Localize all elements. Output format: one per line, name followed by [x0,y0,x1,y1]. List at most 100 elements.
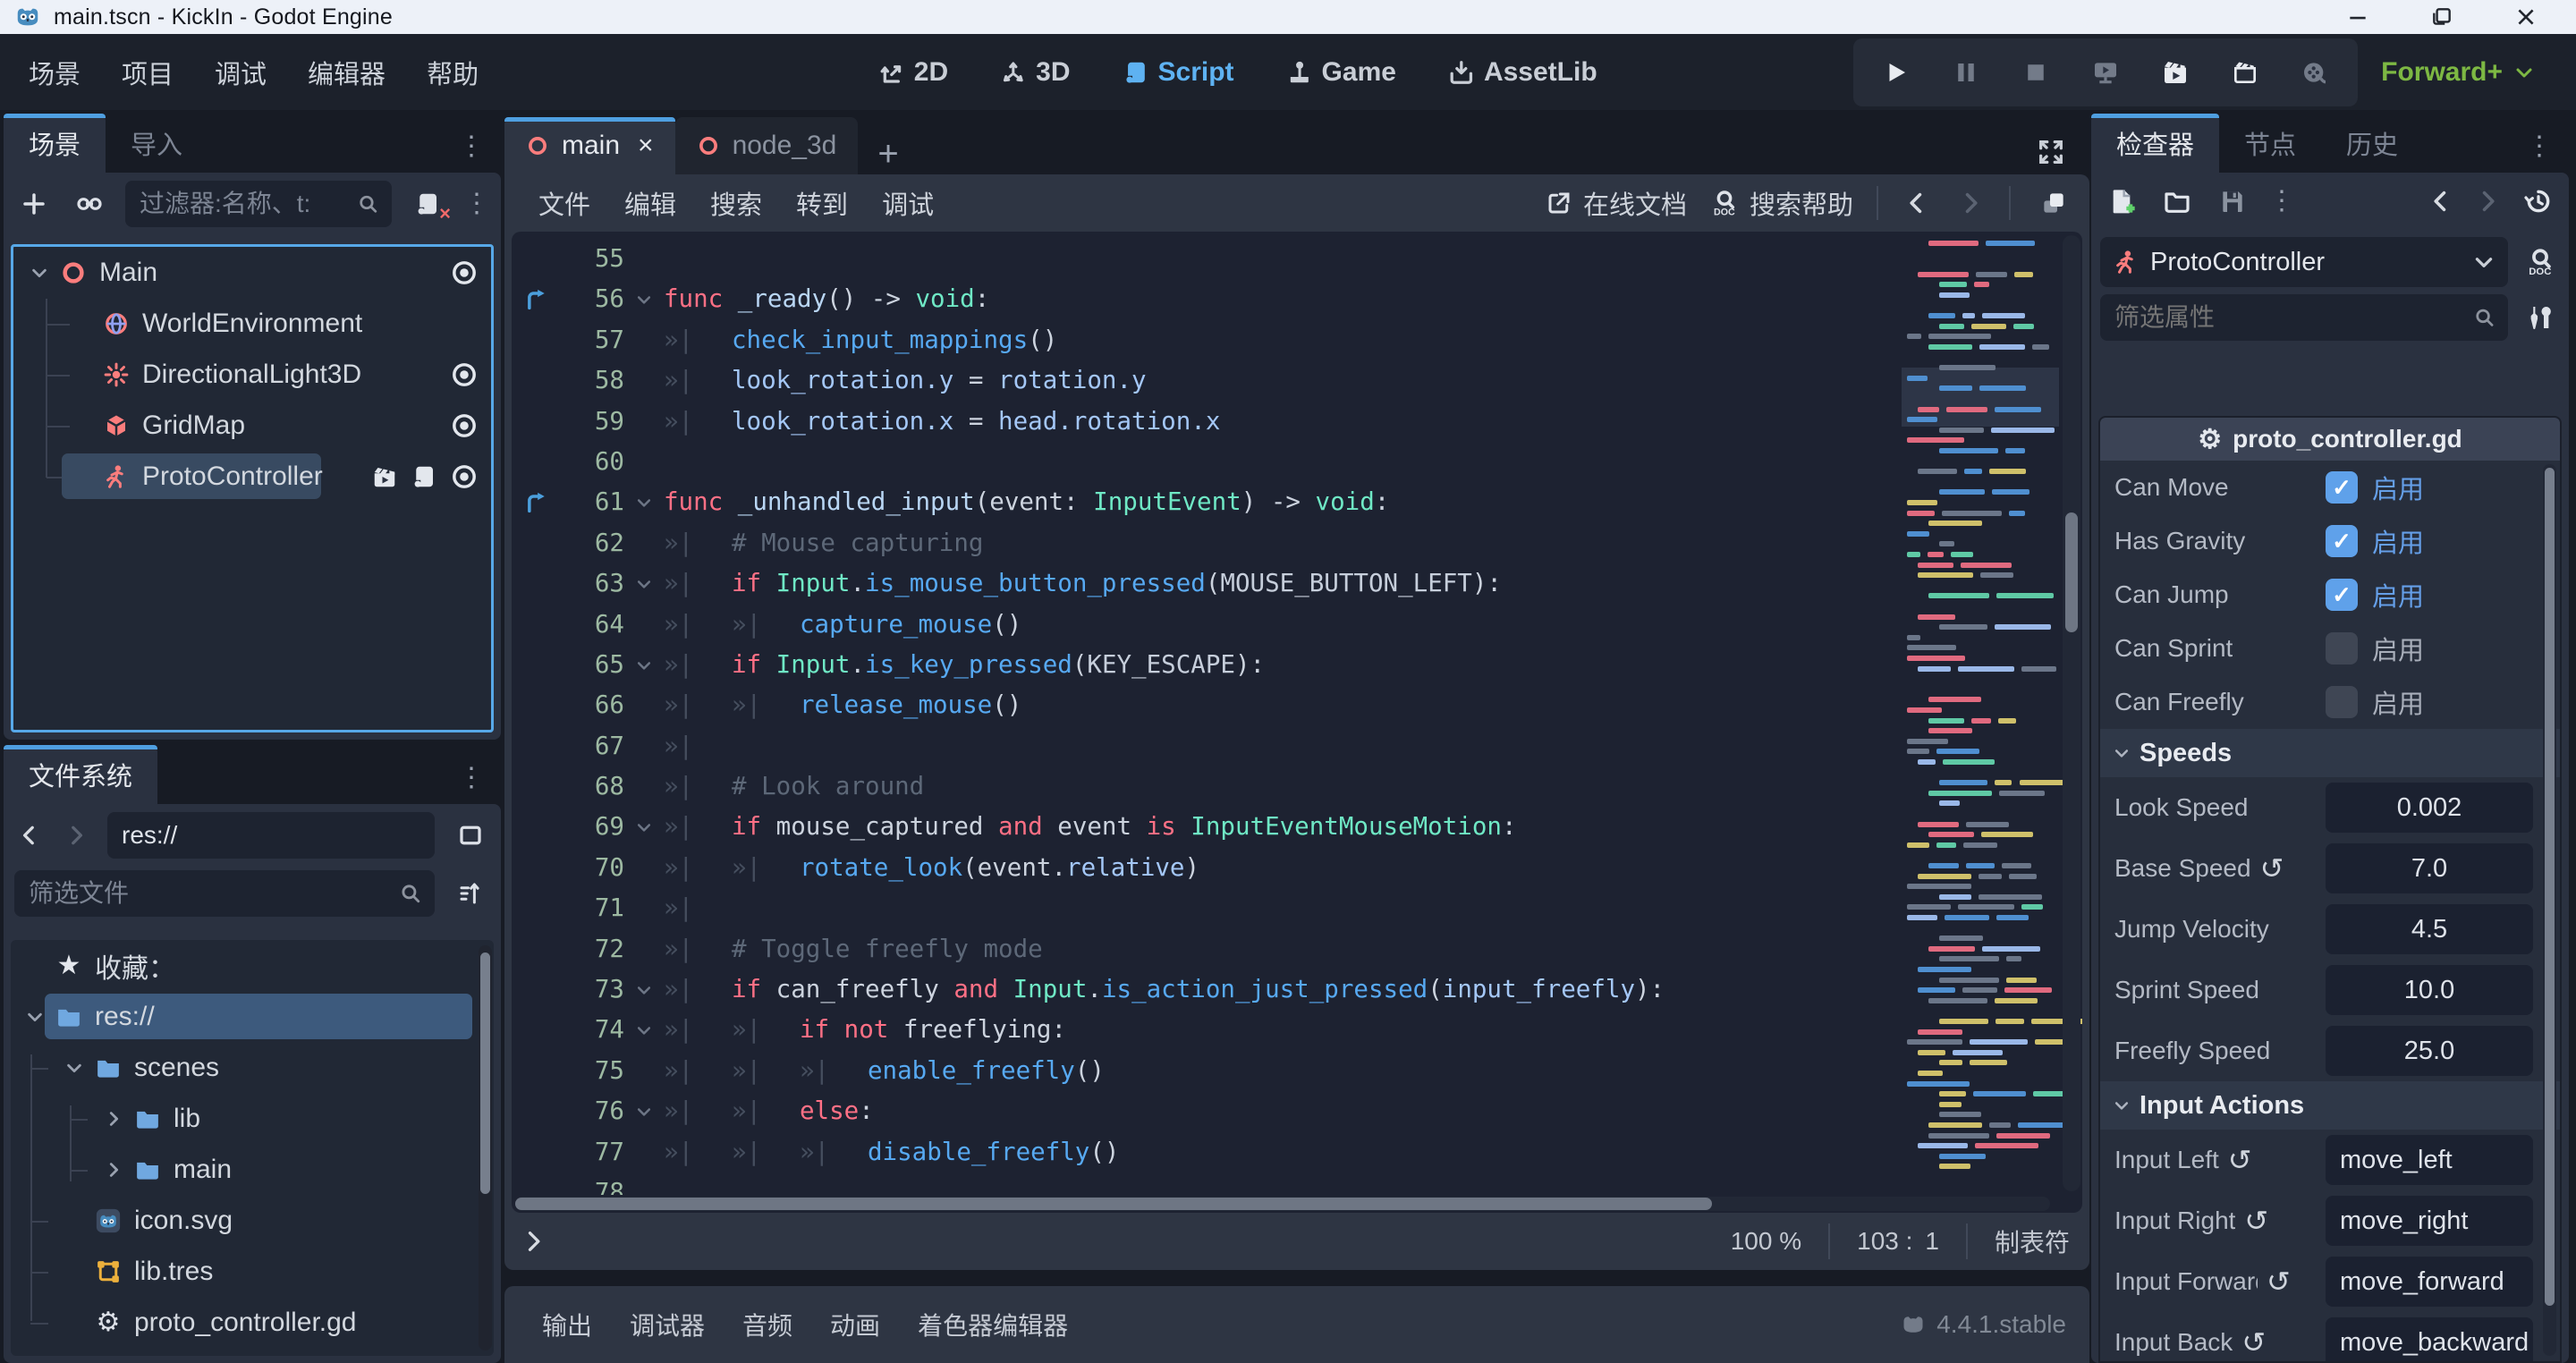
fs-item-lib[interactable]: lib [11,1093,494,1144]
inspector-extra-menu-icon[interactable]: ⋮ [2268,188,2295,215]
fs-item-scenes[interactable]: scenes [11,1042,494,1093]
add-node-button[interactable] [14,182,54,225]
code-line-64[interactable]: 64»|»|capture_mouse() [512,605,1894,645]
scene-tab-node3d[interactable]: node_3d [675,117,859,174]
tab-history[interactable]: 历史 [2321,114,2423,173]
collapse-icon[interactable] [59,1058,89,1078]
scene-tree-item-protocontroller[interactable]: ProtoController [13,451,491,502]
renderer-selector[interactable]: Forward+ [2381,57,2535,88]
revert-icon[interactable]: ↺ [2228,1143,2252,1177]
code-minimap[interactable] [1902,235,2059,1191]
checkbox[interactable]: ✓ [2326,579,2358,611]
fold-icon[interactable] [635,656,653,674]
fold-icon[interactable] [635,494,653,512]
stop-button[interactable] [2016,51,2055,94]
menu-editor[interactable]: 编辑器 [308,54,386,91]
code-line-70[interactable]: 70»|»|rotate_look(event.relative) [512,848,1894,888]
scene-tree-item-main[interactable]: Main [13,247,491,298]
fs-scrollbar[interactable] [479,945,492,1350]
code-area[interactable]: 5556func _ready() -> void:57»|check_inpu… [512,232,2082,1213]
script-menu-file[interactable]: 文件 [538,184,590,222]
pause-button[interactable] [1946,51,1986,94]
tab-scene[interactable]: 场景 [4,114,106,173]
fold-icon[interactable] [635,291,653,309]
fs-item-lib.tres[interactable]: lib.tres [11,1246,494,1297]
inspector-back-button[interactable] [2426,180,2456,223]
fold-icon[interactable] [635,981,653,999]
expand-icon[interactable] [98,1160,129,1180]
inspector-filter-field[interactable] [2100,294,2508,341]
code-line-73[interactable]: 73»|if can_freefly and Input.is_action_j… [512,969,1894,1010]
value-field[interactable]: 10.0 [2326,965,2533,1015]
revert-icon[interactable]: ↺ [2267,1265,2291,1299]
workspace-tab-assetlib[interactable]: AssetLib [1448,57,1597,88]
section-speeds[interactable]: Speeds [2100,729,2560,777]
menu-debug[interactable]: 调试 [215,54,267,91]
revert-icon[interactable]: ↺ [2260,851,2284,885]
new-scene-tab-button[interactable]: + [877,134,898,174]
maximize-button[interactable] [2426,4,2458,30]
bottom-tab-animation[interactable]: 动画 [830,1307,880,1342]
horizontal-scrollbar[interactable] [515,1197,2050,1211]
scene-tab-main[interactable]: main × [504,117,675,174]
open-node-docs-button[interactable]: DOC [2521,241,2560,284]
value-field[interactable]: 4.5 [2326,904,2533,954]
bottom-tab-debugger[interactable]: 调试器 [630,1307,705,1342]
code-line-78[interactable]: 78 [512,1173,1894,1195]
code-line-72[interactable]: 72»|# Toggle freefly mode [512,929,1894,969]
fold-icon[interactable] [635,1021,653,1039]
script-menu-search[interactable]: 搜索 [710,184,762,222]
code-line-69[interactable]: 69»|if mouse_captured and event is Input… [512,807,1894,847]
inspector-history-button[interactable] [2519,180,2558,223]
value-field[interactable]: move_backward [2326,1317,2533,1363]
fs-back-button[interactable] [14,814,45,857]
code-line-57[interactable]: 57»|check_input_mappings() [512,320,1894,360]
revert-icon[interactable]: ↺ [2241,1325,2266,1359]
panel-menu-icon[interactable]: ⋮ [458,133,485,160]
workspace-tab-2d[interactable]: 2D [878,57,948,88]
section-input-actions[interactable]: Input Actions [2100,1081,2560,1130]
bottom-tab-audio[interactable]: 音频 [742,1307,792,1342]
value-field[interactable]: move_right [2326,1196,2533,1246]
panel-menu-icon[interactable]: ⋮ [2526,133,2553,160]
fs-item-res[interactable]: res:// [11,991,494,1042]
fs-split-view-button[interactable] [451,814,490,857]
value-field[interactable]: move_left [2326,1135,2533,1185]
detach-script-button[interactable]: × [408,182,447,225]
code-line-63[interactable]: 63»|if Input.is_mouse_button_pressed(MOU… [512,563,1894,604]
workspace-tab-game[interactable]: Game [1286,57,1396,88]
scene-tree-menu-icon[interactable]: ⋮ [463,190,490,217]
online-docs-button[interactable]: 在线文档 [1546,184,1687,222]
scene-filter-input[interactable] [138,189,357,219]
fs-item-icon.svg[interactable]: icon.svg [11,1195,494,1246]
script-history-forward-button[interactable] [1955,182,1986,224]
script-menu-edit[interactable]: 编辑 [624,184,676,222]
script-menu-goto[interactable]: 转到 [796,184,848,222]
code-line-68[interactable]: 68»|# Look around [512,766,1894,807]
code-line-74[interactable]: 74»|»|if not freeflying: [512,1010,1894,1050]
tab-filesystem[interactable]: 文件系统 [4,745,157,804]
close-button[interactable] [2510,4,2542,30]
value-field[interactable]: move_forward [2326,1257,2533,1307]
code-line-67[interactable]: 67»| [512,726,1894,766]
checkbox[interactable] [2326,686,2358,718]
inspector-tools-button[interactable] [2521,296,2560,339]
fs-forward-button[interactable] [61,814,91,857]
scripts-panel-toggle-icon[interactable] [513,1220,553,1263]
fs-path-field[interactable] [107,812,435,859]
visibility-toggle-icon[interactable] [450,411,479,440]
menu-scene[interactable]: 场景 [29,54,80,91]
visibility-toggle-icon[interactable] [450,462,479,491]
value-field[interactable]: 0.002 [2326,783,2533,833]
fs-path-input[interactable] [120,820,422,851]
fs-sort-button[interactable] [451,872,490,915]
code-line-65[interactable]: 65»|if Input.is_key_pressed(KEY_ESCAPE): [512,645,1894,685]
code-line-76[interactable]: 76»|»|else: [512,1091,1894,1131]
code-line-66[interactable]: 66»|»|release_mouse() [512,685,1894,725]
fold-icon[interactable] [635,575,653,593]
inspector-forward-button[interactable] [2472,180,2503,223]
play-remote-button[interactable] [2086,51,2125,94]
tab-node[interactable]: 节点 [2219,114,2321,173]
code-line-75[interactable]: 75»|»|»|enable_freefly() [512,1051,1894,1091]
play-custom-scene-button[interactable] [2225,51,2265,94]
